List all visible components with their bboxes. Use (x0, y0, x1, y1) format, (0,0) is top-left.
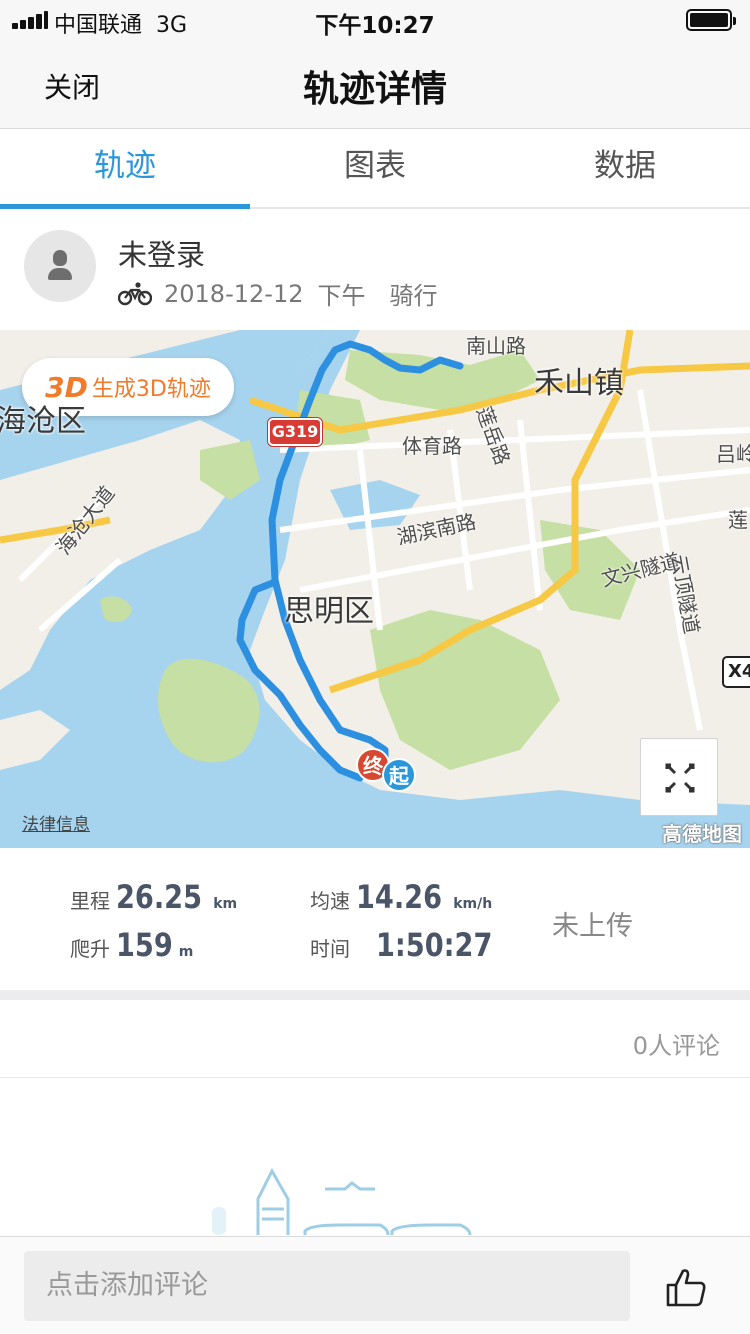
stat-distance-unit: km (213, 896, 238, 912)
tab-bar: 轨迹 图表 数据 (0, 129, 750, 209)
map-label-district: 思明区 (284, 594, 374, 629)
tab-chart[interactable]: 图表 (250, 129, 500, 207)
stat-avg-speed-label: 均速 (310, 889, 350, 913)
stat-avg-speed-unit: km/h (453, 896, 493, 912)
route-start-marker[interactable]: 起 (382, 758, 416, 792)
comment-count: 0人评论 (632, 1032, 720, 1060)
activity-meta: 2018-12-12 下午 骑行 (118, 276, 437, 311)
map-label-lvling: 吕岭 (716, 442, 750, 466)
empty-comments-illustration (0, 1079, 750, 1235)
stat-distance-value: 26.25 (116, 878, 203, 916)
section-divider (0, 990, 750, 1000)
ride-stats: 里程 26.25 km 爬升 159 m 均速 14.26 km/h 时间 1:… (0, 848, 750, 990)
user-info: 未登录 2018-12-12 下午 骑行 (0, 210, 750, 330)
activity-type: 骑行 (389, 282, 438, 310)
tab-data-label: 数据 (594, 148, 656, 184)
stat-climb-unit: m (178, 944, 194, 960)
stat-duration: 时间 1:50:27 (310, 926, 513, 964)
comments-header: 0人评论 (0, 1000, 750, 1078)
battery-level-fill (690, 13, 728, 27)
expand-map-button[interactable] (640, 738, 718, 816)
city-illustration-icon (212, 1167, 472, 1235)
map-label-nanshan-road: 南山路 (466, 334, 526, 358)
status-time: 下午10:27 (315, 13, 435, 39)
page-title: 轨迹详情 (302, 69, 447, 110)
map-label-tiyu-road: 体育路 (402, 434, 462, 458)
user-avatar-icon[interactable] (24, 230, 96, 302)
tab-track[interactable]: 轨迹 (0, 129, 250, 209)
navigation-bar: 关闭 轨迹详情 (0, 40, 750, 129)
road-shield-g319: G319 (268, 418, 322, 446)
user-name[interactable]: 未登录 (118, 232, 205, 274)
stat-duration-value: 1:50:27 (376, 926, 493, 964)
activity-period: 下午 (317, 282, 366, 310)
stat-duration-label: 时间 (310, 937, 350, 961)
stat-avg-speed-value: 14.26 (356, 878, 443, 916)
tab-data[interactable]: 数据 (500, 129, 750, 207)
tab-chart-label: 图表 (344, 148, 406, 184)
status-bar: 中国联通 3G 下午10:27 (0, 0, 750, 40)
upload-status[interactable]: 未上传 (552, 904, 633, 943)
road-shield-x4: X4 (722, 656, 750, 688)
comment-input[interactable]: 点击添加评论 (24, 1251, 630, 1321)
stat-climb-value: 159 (116, 926, 173, 964)
active-tab-indicator (0, 204, 250, 209)
map-label-town: 禾山镇 (534, 366, 624, 401)
stat-distance-label: 里程 (70, 889, 110, 913)
stat-avg-speed: 均速 14.26 km/h (310, 878, 492, 916)
stat-climb: 爬升 159 m (70, 926, 193, 964)
battery-icon (686, 9, 736, 31)
stat-climb-label: 爬升 (70, 937, 110, 961)
stat-distance: 里程 26.25 km (70, 878, 237, 916)
map-label-haicang: 海沧区 (0, 404, 86, 439)
expand-icon (665, 763, 695, 793)
map-provider-logo: 高德地图 (662, 822, 742, 846)
tab-track-label: 轨迹 (94, 148, 156, 184)
comment-bar: 点击添加评论 (0, 1236, 750, 1334)
activity-date: 2018-12-12 (164, 279, 304, 308)
legal-info-link[interactable]: 法律信息 (22, 810, 90, 835)
bike-icon (118, 281, 152, 305)
generate-3d-track-label: 生成3D轨迹 (91, 377, 211, 402)
thumbs-up-icon[interactable] (664, 1265, 708, 1309)
route-map[interactable]: 3D 生成3D轨迹 G319 X4 思明区 禾山镇 海沧区 体育路 莲岳路 湖滨… (0, 330, 750, 848)
map-label-lian: 莲 (728, 508, 748, 532)
